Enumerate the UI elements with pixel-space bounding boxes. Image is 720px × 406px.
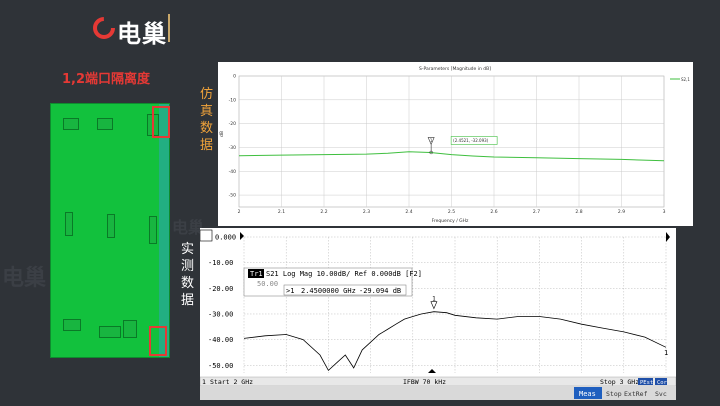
vna-ytick-label: -20.00 (208, 285, 233, 293)
watermark: 电巢 (2, 266, 47, 291)
vna-ytick-label: -30.00 (208, 310, 233, 318)
sim-chart-title: S-Parameters [Magnitude in dB] (419, 66, 491, 72)
vna-start-freq: Start 2 GHz (210, 378, 253, 386)
sim-xtick-label: 2.7 (533, 209, 540, 215)
sim-ytick-label: -40 (229, 169, 236, 175)
sim-xtick-label: 2 (238, 209, 241, 215)
board-pad (99, 326, 121, 338)
sim-chart-panel: S-Parameters [Magnitude in dB] 0 -10 -20 -3… (218, 62, 693, 226)
logo-text: 电巢 (117, 20, 167, 48)
board-pad (123, 320, 137, 338)
board-pad (149, 216, 157, 244)
sim-ytick-label: -10 (229, 97, 236, 103)
vna-ytick-label: -50.00 (208, 362, 233, 370)
vna-ytick-in-box: 50.00 (257, 280, 278, 288)
vna-status-svc[interactable]: Svc (655, 390, 667, 398)
sim-xtick-label: 2.8 (575, 209, 582, 215)
vna-trace-info: S21 Log Mag 10.00dB/ Ref 0.000dB [F2] (266, 270, 422, 278)
logo-mark-icon (93, 17, 115, 39)
vna-ifbw: IFBW 70 kHz (403, 378, 446, 386)
vna-status-extref[interactable]: ExtRef (624, 390, 648, 398)
vna-ytick-label: -10.00 (208, 259, 233, 267)
sim-marker-readout: (2.4521, -32.093) (453, 138, 489, 143)
vna-trace-id: Tr1 (250, 270, 263, 278)
port1-highlight (152, 106, 170, 138)
sim-ylabel: dB (219, 131, 225, 137)
sim-legend-label: S2,1 (681, 77, 690, 82)
vna-chart: 0.000-10.00-20.00-30.00-40.00-50.00 Tr1 … (199, 228, 677, 400)
measured-data-label: 实测数据 (181, 242, 195, 308)
sim-marker-number: 1 (430, 138, 433, 143)
sim-xtick-label: 2.5 (448, 209, 455, 215)
board-pad (65, 212, 73, 236)
sim-xtick-label: 2.2 (320, 209, 327, 215)
vna-marker-frequency: 2.4500000 GHz (301, 287, 356, 295)
board-pad (63, 319, 81, 331)
sim-ytick-label: -30 (229, 145, 236, 151)
sim-marker: 1 (2.4521, -32.093) (427, 136, 498, 155)
vna-row-number: 1 (202, 378, 206, 386)
sim-xtick-label: 2.9 (618, 209, 625, 215)
sim-data-label: 仿真数据 (200, 87, 214, 153)
sim-xtick-label: 2.3 (363, 209, 370, 215)
sim-chart: S-Parameters [Magnitude in dB] 0 -10 -20 -3… (219, 66, 690, 224)
vna-marker-value: -29.094 dB (359, 287, 401, 295)
board-pad (97, 118, 113, 130)
vna-marker-number: 1 (432, 296, 436, 303)
sim-ytick-label: 0 (233, 74, 236, 80)
vna-marker-prefix: >1 (286, 287, 294, 295)
vna-ytick-label: 0.000 (215, 234, 236, 242)
vna-status-stop[interactable]: Stop (606, 390, 622, 398)
board-edge-strip (159, 104, 169, 357)
sim-ytick-label: -50 (229, 193, 236, 199)
sim-xtick-label: 3 (663, 209, 666, 215)
vna-screen-panel: 0.000 -10.00 -20.00 -30.00 -40.00 -50.00 Tr1 … (199, 228, 677, 400)
vna-trace-end-label: 1 (664, 349, 668, 357)
sim-xtick-label: 2.1 (278, 209, 285, 215)
vna-meas-label: Meas (579, 390, 596, 398)
vna-ytick-label: -40.00 (208, 336, 233, 344)
vna-ref-arrow-box (199, 229, 213, 242)
sim-xtick-label: 2.4 (405, 209, 412, 215)
logo-divider (168, 14, 170, 42)
pcb-board-image (50, 103, 170, 358)
vna-cor-text: Cor (657, 380, 668, 386)
sim-xlabel: Frequency / GHz (432, 218, 469, 224)
vna-pest-text: PEst (640, 380, 653, 386)
vna-status-bar (200, 386, 676, 400)
sim-xtick-label: 2.6 (490, 209, 497, 215)
board-pad (107, 214, 115, 238)
port-isolation-title: 1,2端口隔离度 (62, 72, 151, 87)
port2-highlight (149, 326, 167, 356)
board-pad (63, 118, 79, 130)
vna-stop-freq: Stop 3 GHz (600, 378, 639, 386)
sim-ytick-label: -20 (229, 121, 236, 127)
